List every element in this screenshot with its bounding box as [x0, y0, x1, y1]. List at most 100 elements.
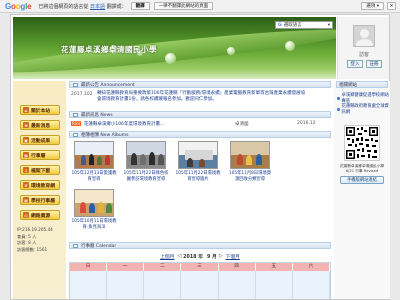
section-icon: [73, 82, 78, 87]
water-drop-image: [165, 53, 176, 64]
related-link[interactable]: 花蓮縣政府教育處全球資訊網: [337, 103, 389, 115]
calendar-day-cell[interactable]: [293, 271, 330, 299]
menu-item-news[interactable]: ≡ 最新消息: [20, 120, 60, 130]
album-caption[interactable]: 105年10月11日環境教育-魚見海洋: [71, 219, 117, 230]
qr-caption: 花蓮縣卓溪鄉卓清國民小學 6/21 行事 Revised: [339, 164, 385, 173]
album-caption[interactable]: 105年11月22日綠色校園參訪環境教育宣導: [123, 171, 169, 182]
calendar-weekday-row: 日 一 二 三 四 五 六: [70, 263, 330, 271]
album-thumbnail[interactable]: [230, 141, 270, 169]
calendar-grid: 日 一 二 三 四 五 六: [69, 262, 331, 299]
prev-month-link[interactable]: 上個月: [160, 253, 174, 260]
visitor-stats: IP:216.19.205.44 會員: 5 人 訪客: 8 人 訪客總數: 1…: [17, 227, 53, 253]
next-month-link[interactable]: 下個月: [226, 253, 240, 260]
visitor-panel: 訪客 登入 註冊: [337, 17, 389, 79]
rss-date: 2016.12: [297, 121, 316, 126]
google-translate-bar: Google 已將這個網頁的語言從 日本語 翻譯成： 翻譯 一律不翻譯此網站的頁…: [0, 0, 400, 13]
chevron-down-icon: ▾: [327, 22, 330, 28]
section-icon: [73, 112, 78, 117]
rss-icon: RSS: [71, 121, 81, 126]
rss-item[interactable]: RSS 花蓮縣卓溪鄉小106年度環境教育計畫... 卓清國 2016.12: [69, 120, 331, 127]
weekday-label: 一: [107, 263, 145, 271]
right-sidebar: 相關網站 卓溪鄉健康促進學校網站專區 花蓮縣政府教育處全球資訊網 花蓮縣卓溪鄉卓: [334, 81, 390, 299]
album-caption[interactable]: 105年12月13日愛護教育宣導: [71, 171, 117, 182]
album-thumbnail[interactable]: [74, 141, 114, 169]
source-language-link[interactable]: 日本語: [90, 4, 105, 10]
school-title: 花蓮縣卓溪鄉卓清國民小學: [61, 45, 157, 54]
menu-item-downloads[interactable]: ↓ 檔案下載: [20, 165, 60, 175]
menu-item-calendar[interactable]: ▦ 行事曆: [20, 150, 60, 160]
visitor-name: 訪客: [358, 52, 369, 58]
album-thumbnail[interactable]: [126, 141, 166, 169]
menu-item-school-calendar[interactable]: ▦ 學校行事曆: [20, 195, 60, 205]
qr-code-image: [344, 125, 380, 161]
calendar-day-cell[interactable]: [70, 271, 108, 299]
bullet-icon: [337, 96, 340, 100]
left-sidebar: ⌂ 關於本站 ≡ 最新消息 ▣ 活動成果 ▦ 行事曆 ↓ 檔案下載 ❦ 環境教育網 ▦ 學校行…: [13, 81, 66, 299]
weekday-label: 三: [181, 263, 219, 271]
calendar-icon: ▦: [23, 152, 29, 158]
menu-item-activities[interactable]: ▣ 活動成果: [20, 135, 60, 145]
calendar-day-cell[interactable]: [219, 271, 256, 299]
news-icon: ≡: [23, 122, 29, 128]
home-icon: ⌂: [23, 107, 29, 113]
language-select[interactable]: G 選取語言 ▾: [275, 21, 333, 29]
bullet-icon: [337, 107, 340, 111]
water-drop-image: [285, 41, 295, 51]
calendar-year: 2018 年: [183, 254, 203, 260]
mobile-site-button[interactable]: 手機版網站連結: [340, 176, 384, 184]
next-arrow-icon[interactable]: ▷: [219, 254, 223, 259]
section-icon: [73, 132, 78, 137]
photo-icon: ▣: [23, 137, 29, 143]
announcements-header: 最新公告 Announcement: [69, 81, 331, 88]
globe-icon: ◎: [23, 212, 29, 218]
main-content: 最新公告 Announcement 2017.102 轉知花蓮縣教育局重要政策1…: [69, 81, 331, 299]
register-button[interactable]: 註冊: [366, 60, 382, 68]
announcement-date: 2017.102: [71, 92, 93, 97]
google-logo: Google: [5, 1, 32, 11]
album-thumbnail[interactable]: [74, 189, 114, 217]
calendar-icon: ▦: [23, 197, 29, 203]
visit-count: 訪客總數: 1561: [17, 246, 48, 252]
menu-item-environment[interactable]: ❦ 環境教育網: [20, 180, 60, 190]
prev-arrow-icon[interactable]: ◁: [177, 254, 181, 259]
leaf-icon: ❦: [23, 182, 29, 188]
announcement-item[interactable]: 2017.102 轉知花蓮縣教育局重要政策106年花蓮縣「行動服務/環境永續」產…: [69, 91, 331, 109]
calendar-month: 9 月: [207, 254, 217, 260]
header-banner: 花蓮縣卓溪鄉卓清國民小學 G 選取語言 ▾: [13, 17, 336, 79]
related-links-header: 相關網站: [336, 81, 388, 88]
calendar-day-cell[interactable]: [181, 271, 219, 299]
rss-header: 最新訊息 News: [69, 111, 331, 118]
calendar-nav: 上個月 ◁ 2018 年 9 月 ▷ 下個月: [69, 252, 331, 260]
school-page: 花蓮縣卓溪鄉卓清國民小學 G 選取語言 ▾ 訪客 登入 註冊 ⌂ 關於本站 ≡ 最新…: [10, 14, 390, 300]
close-icon[interactable]: ✕: [387, 2, 396, 10]
calendar-day-cell[interactable]: [144, 271, 182, 299]
water-drop-image: [227, 47, 235, 55]
albums-header: 相簿相簿 New Albums: [69, 131, 331, 138]
menu-item-web-resources[interactable]: ◎ 網路資源: [20, 210, 60, 220]
weekday-label: 四: [219, 263, 256, 271]
calendar-day-cell[interactable]: [256, 271, 293, 299]
ip-address: IP:216.19.205.44: [17, 227, 53, 232]
calendar-days: [70, 271, 330, 299]
google-g-icon: G: [278, 22, 282, 28]
menu-item-about[interactable]: ⌂ 關於本站: [20, 105, 60, 115]
weekday-label: 二: [144, 263, 182, 271]
weekday-label: 日: [70, 263, 108, 271]
calendar-day-cell[interactable]: [107, 271, 145, 299]
translate-message: 已將這個網頁的語言從 日本語 翻譯成：: [38, 3, 127, 10]
calendar-header: 行事曆 Calendar: [69, 242, 331, 249]
rss-author: 卓清國: [235, 121, 249, 127]
weekday-label: 五: [256, 263, 293, 271]
download-icon: ↓: [23, 167, 29, 173]
announcement-text[interactable]: 轉知花蓮縣教育局重要政策106年花蓮縣「行動服務/環境永續」產業電腦教育新軍等台…: [97, 91, 307, 102]
weekday-label: 六: [293, 263, 330, 271]
login-button[interactable]: 登入: [347, 60, 363, 68]
options-button[interactable]: 選項 ▾: [361, 2, 384, 10]
section-icon: [73, 243, 78, 248]
never-translate-button[interactable]: 一律不翻譯此網站的頁面: [153, 2, 214, 10]
album-caption[interactable]: 105年11月8日環境資源回收分類宣導: [227, 171, 273, 182]
album-caption[interactable]: 105年11月22日環境教育宣導圖片: [175, 171, 221, 182]
album-thumbnail[interactable]: [178, 141, 218, 169]
rss-title[interactable]: 花蓮縣卓溪鄉小106年度環境教育計畫...: [84, 121, 164, 127]
translate-button[interactable]: 翻譯: [130, 2, 150, 10]
